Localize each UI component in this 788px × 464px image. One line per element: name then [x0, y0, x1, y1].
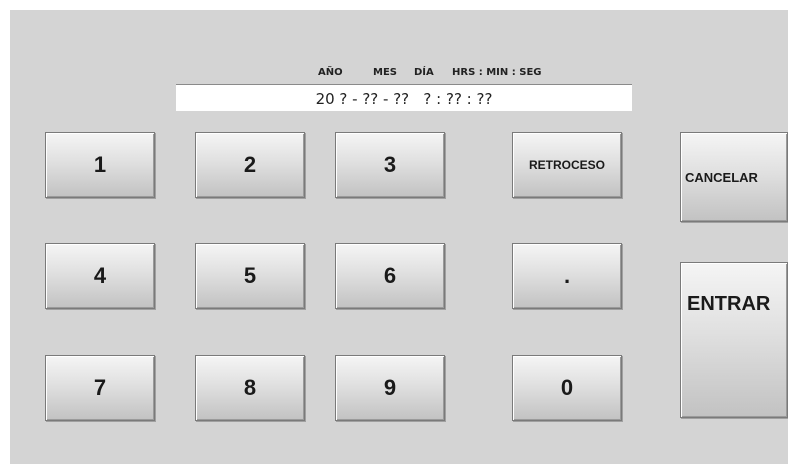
- datetime-display: 20 ? - ?? - ?? ? : ?? : ??: [176, 84, 632, 111]
- key-7-button[interactable]: 7: [45, 355, 155, 421]
- month-header: MES: [373, 67, 397, 78]
- key-3-button[interactable]: 3: [335, 132, 445, 198]
- enter-button[interactable]: ENTRAR: [680, 262, 788, 418]
- key-9-button[interactable]: 9: [335, 355, 445, 421]
- key-6-button[interactable]: 6: [335, 243, 445, 309]
- key-1-button[interactable]: 1: [45, 132, 155, 198]
- key-4-button[interactable]: 4: [45, 243, 155, 309]
- cancel-button[interactable]: CANCELAR: [680, 132, 788, 222]
- year-header: AÑO: [318, 67, 343, 78]
- key-2-button[interactable]: 2: [195, 132, 305, 198]
- key-5-button[interactable]: 5: [195, 243, 305, 309]
- backspace-button[interactable]: RETROCESO: [512, 132, 622, 198]
- time-header: HRS : MIN : SEG: [452, 67, 542, 78]
- decimal-point-button[interactable]: .: [512, 243, 622, 309]
- day-header: DÍA: [414, 67, 434, 78]
- key-0-button[interactable]: 0: [512, 355, 622, 421]
- key-8-button[interactable]: 8: [195, 355, 305, 421]
